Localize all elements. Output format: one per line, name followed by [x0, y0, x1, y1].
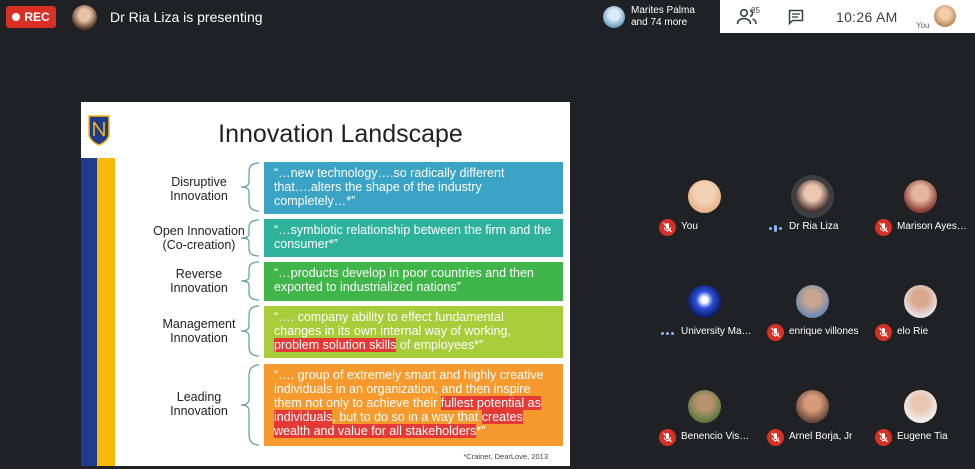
- presenting-text: Dr Ria Liza is presenting: [110, 9, 263, 25]
- mic-off-icon: [875, 219, 892, 236]
- participant-name: elo Rie: [897, 326, 929, 337]
- participant-tile[interactable]: elo Rie: [867, 257, 975, 362]
- pill-line1: Marites Palma: [631, 4, 695, 16]
- avatar: [688, 390, 721, 423]
- participant-tile[interactable]: University Ma…: [651, 257, 759, 362]
- box-leading: “…. group of extremely smart and highly …: [264, 364, 563, 446]
- participant-pill-avatar: [603, 5, 625, 28]
- brace-icon: [240, 364, 260, 446]
- participant-tile[interactable]: Benencio Vis…: [651, 362, 759, 467]
- participant-name: You: [681, 221, 698, 232]
- highlight-text: problem solution skills: [274, 338, 397, 352]
- presentation-slide: Innovation Landscape Disruptive Innovati…: [81, 102, 570, 466]
- brace-icon: [240, 261, 260, 301]
- avatar: [796, 390, 829, 423]
- participant-name: Arnel Borja, Jr: [789, 431, 853, 442]
- presenter-avatar: [72, 5, 97, 30]
- brace-icon: [240, 305, 260, 357]
- brace-icon: [240, 219, 260, 257]
- avatar: [688, 285, 721, 318]
- blue-stripe: [81, 158, 97, 466]
- participant-name: University Ma…: [681, 326, 752, 337]
- participant-name: Eugene Tia: [897, 431, 948, 442]
- recording-badge: REC: [6, 6, 56, 28]
- top-right-controls: 85 10:26 AM You: [720, 0, 975, 33]
- clock: 10:26 AM: [836, 9, 898, 25]
- pill-line2: and 74 more: [631, 16, 688, 28]
- yellow-stripe: [97, 158, 115, 466]
- avatar: [904, 390, 937, 423]
- mic-off-icon: [875, 429, 892, 446]
- mic-off-icon: [659, 219, 676, 236]
- avatar: [796, 180, 829, 213]
- participant-tile[interactable]: Arnel Borja, Jr: [759, 362, 867, 467]
- participant-name: Marison Ayes…: [897, 221, 967, 232]
- mic-off-icon: [659, 429, 676, 446]
- box-open-innovation: “…symbiotic relationship between the fir…: [264, 219, 563, 257]
- participant-tile[interactable]: Marison Ayes…: [867, 152, 975, 257]
- box-reverse: “…products develop in poor countries and…: [264, 262, 563, 301]
- self-label: You: [916, 21, 930, 30]
- record-dot-icon: [12, 13, 21, 21]
- citation: *Crainer, DearLove, 2013: [463, 452, 548, 461]
- mic-off-icon: [875, 324, 892, 341]
- participant-name: Benencio Vis…: [681, 431, 750, 442]
- participant-name: Dr Ria Liza: [789, 221, 839, 232]
- people-count: 85: [751, 6, 760, 15]
- slide-title: Innovation Landscape: [218, 120, 463, 148]
- box-management: “…. company ability to effect fundamenta…: [264, 306, 563, 358]
- box-disruptive: “…new technology….so radically different…: [264, 162, 563, 214]
- chat-icon[interactable]: [788, 9, 804, 25]
- participant-tile[interactable]: Dr Ria Liza: [759, 152, 867, 257]
- participant-name: enrique villones: [789, 326, 859, 337]
- brace-icon: [240, 162, 260, 212]
- avatar: [904, 180, 937, 213]
- participants-pill[interactable]: Marites Palma and 74 more: [598, 0, 718, 33]
- meet-window: REC Dr Ria Liza is presenting Marites Pa…: [0, 0, 975, 469]
- avatar: [688, 180, 721, 213]
- participant-tile[interactable]: Eugene Tia: [867, 362, 975, 467]
- mic-off-icon: [767, 429, 784, 446]
- participants-grid: You Dr Ria Liza Marison Ayes… University…: [651, 152, 975, 469]
- mic-off-icon: [767, 324, 784, 341]
- speaking-indicator-icon: [767, 224, 784, 232]
- avatar: [904, 285, 937, 318]
- avatar: [796, 285, 829, 318]
- self-avatar[interactable]: [934, 5, 956, 27]
- participant-tile[interactable]: You: [651, 152, 759, 257]
- rec-label: REC: [24, 10, 50, 24]
- speaking-indicator-icon: [659, 329, 676, 337]
- participant-tile[interactable]: enrique villones: [759, 257, 867, 362]
